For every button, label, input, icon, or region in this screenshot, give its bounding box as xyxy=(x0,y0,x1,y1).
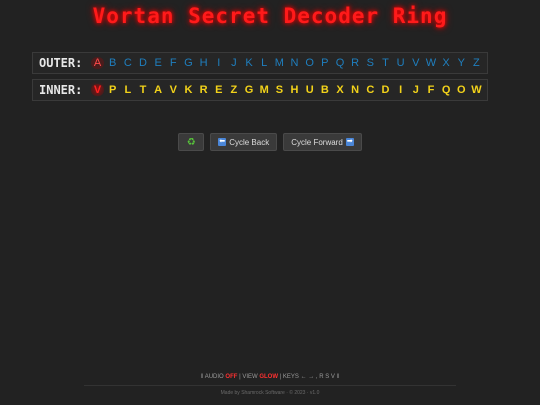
outer-letter[interactable]: L xyxy=(258,57,271,69)
outer-letter[interactable]: V xyxy=(409,57,422,69)
cycle-forward-label: Cycle Forward xyxy=(291,137,343,147)
outer-letter[interactable]: G xyxy=(182,57,195,69)
cycle-forward-button[interactable]: Cycle Forward ➡ xyxy=(283,133,362,151)
inner-ring-row: INNER: VPLTAVKREZGMSHUBXNCDIJFQOW xyxy=(32,79,488,101)
inner-letter[interactable]: R xyxy=(197,84,210,96)
inner-letter[interactable]: B xyxy=(318,84,331,96)
outer-letter[interactable]: J xyxy=(227,57,240,69)
inner-letter[interactable]: D xyxy=(379,84,392,96)
keys-label: KEYS xyxy=(282,374,299,380)
outer-letter[interactable]: R xyxy=(349,57,362,69)
inner-letter[interactable]: S xyxy=(273,84,286,96)
audio-label: AUDIO xyxy=(204,374,224,380)
inner-letter[interactable]: Q xyxy=(440,84,453,96)
inner-letter[interactable]: T xyxy=(136,84,149,96)
arrow-left-icon: ⬅ xyxy=(218,138,227,146)
outer-letter[interactable]: Q xyxy=(334,57,347,69)
outer-ring-letters: ABCDEFGHIJKLMNOPQRSTUVWXYZ xyxy=(91,57,487,69)
view-toggle[interactable]: GLOW xyxy=(259,374,278,380)
footer-credit: Made by Shamrock Software · © 2023 · v1.… xyxy=(220,390,320,396)
outer-ring-label: OUTER: xyxy=(39,56,83,70)
inner-letter[interactable]: Z xyxy=(227,84,240,96)
inner-letter[interactable]: X xyxy=(334,84,347,96)
recycle-icon: ♻ xyxy=(186,136,196,148)
footer-status: ‖ AUDIO OFF | VIEW GLOW | KEYS ← → , R S… xyxy=(0,374,540,380)
inner-letter[interactable]: P xyxy=(106,84,119,96)
cycle-back-label: Cycle Back xyxy=(229,137,270,147)
reset-button[interactable]: ♻ xyxy=(178,133,205,151)
audio-toggle[interactable]: OFF xyxy=(225,374,237,380)
ring-controls: ♻ ⬅ Cycle Back Cycle Forward ➡ xyxy=(0,133,540,151)
inner-letter[interactable]: C xyxy=(364,84,377,96)
arrow-right-icon: ➡ xyxy=(345,138,354,146)
inner-letter[interactable]: J xyxy=(409,84,422,96)
inner-ring-label: INNER: xyxy=(39,83,83,97)
footer-divider xyxy=(84,385,456,386)
page-title: Vortan Secret Decoder Ring xyxy=(92,4,448,28)
outer-letter[interactable]: Y xyxy=(455,57,468,69)
inner-letter[interactable]: F xyxy=(424,84,437,96)
outer-letter[interactable]: H xyxy=(197,57,210,69)
outer-letter[interactable]: O xyxy=(303,57,316,69)
inner-letter[interactable]: U xyxy=(303,84,316,96)
outer-letter[interactable]: E xyxy=(152,57,165,69)
inner-ring-letters: VPLTAVKREZGMSHUBXNCDIJFQOW xyxy=(91,84,487,96)
inner-letter[interactable]: L xyxy=(121,84,134,96)
inner-letter[interactable]: M xyxy=(258,84,271,96)
inner-letter[interactable]: N xyxy=(349,84,362,96)
footer-separator: ‖ xyxy=(336,374,340,380)
keys-value: ← → , R S V xyxy=(300,374,335,380)
inner-letter[interactable]: O xyxy=(455,84,468,96)
outer-letter[interactable]: M xyxy=(273,57,286,69)
outer-letter[interactable]: S xyxy=(364,57,377,69)
outer-letter[interactable]: X xyxy=(440,57,453,69)
view-label: VIEW xyxy=(242,374,258,380)
inner-letter[interactable]: I xyxy=(394,84,407,96)
inner-letter[interactable]: G xyxy=(243,84,256,96)
inner-letter[interactable]: E xyxy=(212,84,225,96)
outer-letter[interactable]: B xyxy=(106,57,119,69)
outer-letter[interactable]: Z xyxy=(470,57,483,69)
inner-letter[interactable]: K xyxy=(182,84,195,96)
outer-letter[interactable]: N xyxy=(288,57,301,69)
inner-letter[interactable]: V xyxy=(167,84,180,96)
outer-letter[interactable]: A xyxy=(91,57,104,69)
cycle-back-button[interactable]: ⬅ Cycle Back xyxy=(210,133,278,151)
outer-letter[interactable]: T xyxy=(379,57,392,69)
outer-letter[interactable]: I xyxy=(212,57,225,69)
inner-letter[interactable]: V xyxy=(91,84,104,96)
inner-letter[interactable]: W xyxy=(470,84,483,96)
outer-ring-row: OUTER: ABCDEFGHIJKLMNOPQRSTUVWXYZ xyxy=(32,52,488,74)
outer-letter[interactable]: W xyxy=(424,57,437,69)
outer-letter[interactable]: C xyxy=(121,57,134,69)
outer-letter[interactable]: D xyxy=(136,57,149,69)
outer-letter[interactable]: U xyxy=(394,57,407,69)
outer-letter[interactable]: F xyxy=(167,57,180,69)
outer-letter[interactable]: K xyxy=(243,57,256,69)
outer-letter[interactable]: P xyxy=(318,57,331,69)
inner-letter[interactable]: A xyxy=(152,84,165,96)
decoder-page: Vortan Secret Decoder Ring OUTER: ABCDEF… xyxy=(0,0,540,405)
inner-letter[interactable]: H xyxy=(288,84,301,96)
